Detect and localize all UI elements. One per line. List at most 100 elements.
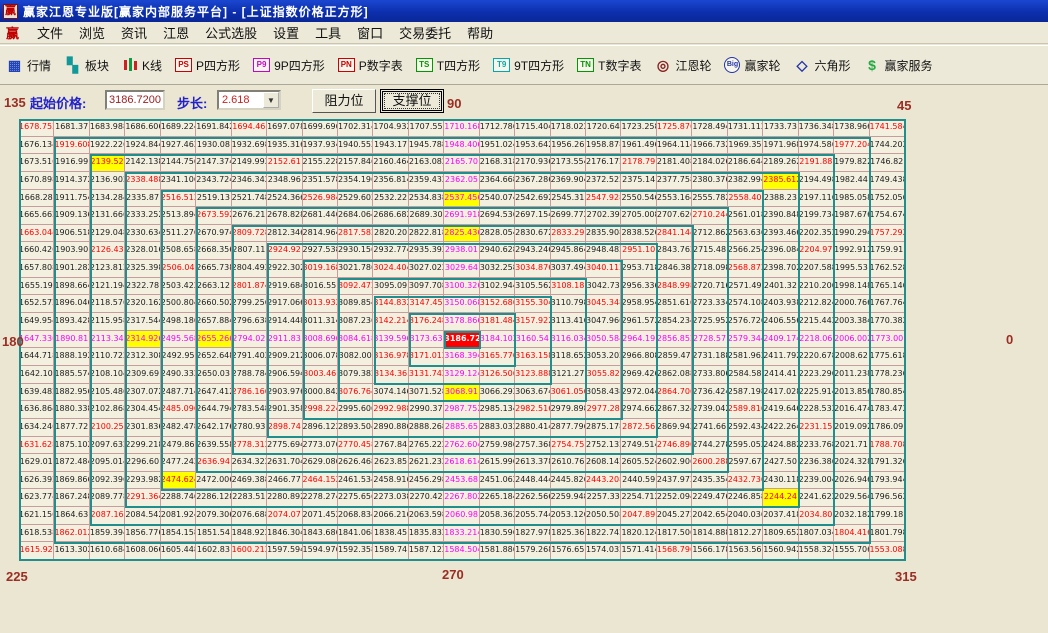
grid-cell[interactable]: 1885.574 xyxy=(54,366,89,384)
toolbar-item-kline-candles[interactable]: K线 xyxy=(122,57,162,74)
grid-cell[interactable]: 1728.494 xyxy=(692,119,727,137)
grid-cell[interactable]: 2506.04 xyxy=(161,260,196,278)
grid-cell[interactable]: 2896.122 xyxy=(303,419,338,437)
grid-cell[interactable]: 2472.006 xyxy=(196,472,231,490)
grid-cell[interactable]: 2655.266 xyxy=(196,331,231,349)
grid-cell[interactable]: 2943.246 xyxy=(515,242,550,260)
grid-cell[interactable]: 1589.74 xyxy=(373,542,408,560)
grid-cell[interactable]: 2880.414 xyxy=(515,419,550,437)
grid-cell[interactable]: 3168.394 xyxy=(444,348,479,366)
grid-cell[interactable]: 1916.99 xyxy=(54,154,89,172)
grid-cell[interactable]: 1796.562 xyxy=(870,489,905,507)
grid-cell[interactable]: 1979.822 xyxy=(834,154,869,172)
grid-cell[interactable]: 2969.426 xyxy=(621,366,656,384)
grid-cell[interactable]: 3019.168 xyxy=(303,260,338,278)
grid-cell[interactable]: 2220.678 xyxy=(799,348,834,366)
grid-cell[interactable]: 2571.49 xyxy=(728,278,763,296)
grid-cell[interactable]: 2629.086 xyxy=(303,454,338,472)
grid-cell[interactable]: 3181.484 xyxy=(480,313,515,331)
grid-cell[interactable]: 2414.41 xyxy=(763,366,798,384)
grid-cell[interactable]: 3136.978 xyxy=(373,348,408,366)
grid-cell[interactable]: 1825.36 xyxy=(551,525,586,543)
grid-cell[interactable]: 2930.156 xyxy=(338,242,373,260)
grid-cell[interactable]: 2006.002 xyxy=(834,331,869,349)
grid-cell[interactable]: 3068.91 xyxy=(444,384,479,402)
grid-cell[interactable]: 1683.988 xyxy=(90,119,125,137)
grid-cell[interactable]: 2694.536 xyxy=(480,207,515,225)
grid-cell[interactable]: 3006.078 xyxy=(303,348,338,366)
grid-cell[interactable]: 2767.84 xyxy=(373,437,408,455)
grid-cell[interactable]: 2348.96 xyxy=(267,172,302,190)
grid-cell[interactable]: 2901.358 xyxy=(267,401,302,419)
grid-cell[interactable]: 2537.456 xyxy=(444,190,479,208)
grid-cell[interactable]: 3129.124 xyxy=(444,366,479,384)
grid-cell[interactable]: 1862.012 xyxy=(54,525,89,543)
grid-cell[interactable]: 2597.67 xyxy=(728,454,763,472)
grid-cell[interactable]: 2964.19 xyxy=(621,331,656,349)
grid-cell[interactable]: 3011.314 xyxy=(303,313,338,331)
grid-cell[interactable]: 1838.45 xyxy=(373,525,408,543)
grid-cell[interactable]: 3037.494 xyxy=(551,260,586,278)
resistance-button[interactable]: 阻力位 xyxy=(312,89,376,113)
grid-cell[interactable]: 2312.308 xyxy=(125,348,160,366)
grid-cell[interactable]: 2479.86 xyxy=(161,437,196,455)
grid-cell[interactable]: 1890.81 xyxy=(54,331,89,349)
menu-item-8[interactable]: 交易委托 xyxy=(391,21,459,44)
grid-cell[interactable]: 2615.996 xyxy=(480,454,515,472)
grid-cell[interactable]: 2189.262 xyxy=(763,154,798,172)
grid-cell[interactable]: 2985.134 xyxy=(480,401,515,419)
grid-cell[interactable]: 2804.492 xyxy=(232,260,267,278)
menu-item-5[interactable]: 设置 xyxy=(265,21,307,44)
grid-cell[interactable]: 2689.30 xyxy=(409,207,444,225)
grid-cell[interactable]: 2267.802 xyxy=(444,489,479,507)
menu-item-4[interactable]: 公式选股 xyxy=(197,21,265,44)
grid-cell[interactable]: 1820.124 xyxy=(621,525,656,543)
grid-cell[interactable]: 2430.118 xyxy=(763,472,798,490)
grid-cell[interactable]: 2644.794 xyxy=(196,401,231,419)
grid-cell[interactable]: 2212.824 xyxy=(799,295,834,313)
grid-cell[interactable]: 2966.808 xyxy=(621,348,656,366)
grid-cell[interactable]: 2131.666 xyxy=(90,207,125,225)
grid-cell[interactable]: 2992.988 xyxy=(373,401,408,419)
grid-cell[interactable]: 2584.58 xyxy=(728,366,763,384)
grid-cell[interactable]: 2063.598 xyxy=(409,507,444,525)
grid-cell[interactable]: 3066.292 xyxy=(480,384,515,402)
grid-cell[interactable]: 1710.168 xyxy=(444,119,479,137)
grid-cell[interactable]: 2998.224 xyxy=(303,401,338,419)
grid-cell[interactable]: 3084.618 xyxy=(338,331,373,349)
grid-cell[interactable]: 2461.534 xyxy=(338,472,373,490)
grid-cell[interactable]: 1629.01 xyxy=(19,454,54,472)
grid-cell[interactable]: 2613.378 xyxy=(515,454,550,472)
grid-cell[interactable]: 1827.978 xyxy=(515,525,550,543)
toolbar-item-9t-square[interactable]: T99T四方形 xyxy=(493,57,564,74)
grid-cell[interactable]: 1733.73 xyxy=(763,119,798,137)
grid-cell[interactable]: 1623.774 xyxy=(19,489,54,507)
grid-cell[interactable]: 1602.83 xyxy=(196,542,231,560)
grid-cell[interactable]: 2951.10 xyxy=(621,242,656,260)
grid-cell[interactable]: 2678.828 xyxy=(267,207,302,225)
grid-cell[interactable]: 3024.404 xyxy=(373,260,408,278)
grid-cell[interactable]: 2773.076 xyxy=(303,437,338,455)
grid-cell[interactable]: 2322.78 xyxy=(125,278,160,296)
grid-cell[interactable]: 3000.842 xyxy=(303,384,338,402)
grid-cell[interactable]: 1689.224 xyxy=(161,119,196,137)
grid-cell[interactable]: 2835.908 xyxy=(586,225,621,243)
grid-cell[interactable]: 3155.304 xyxy=(515,295,550,313)
grid-cell[interactable]: 2278.274 xyxy=(303,489,338,507)
grid-cell[interactable]: 1856.776 xyxy=(125,525,160,543)
grid-cell[interactable]: 1676.134 xyxy=(19,137,54,155)
grid-cell[interactable]: 2178.79 xyxy=(621,154,656,172)
grid-cell[interactable]: 3053.202 xyxy=(586,348,621,366)
grid-cell[interactable]: 1707.55 xyxy=(409,119,444,137)
grid-cell[interactable]: 3144.832 xyxy=(373,295,408,313)
grid-cell[interactable]: 1605.448 xyxy=(161,542,196,560)
grid-cell[interactable]: 2631.704 xyxy=(267,454,302,472)
grid-cell[interactable]: 3110.798 xyxy=(551,295,586,313)
grid-cell[interactable]: 2927.538 xyxy=(303,242,338,260)
grid-cell[interactable]: 2246.858 xyxy=(728,489,763,507)
grid-cell[interactable]: 2888.268 xyxy=(409,419,444,437)
grid-cell[interactable]: 2710.244 xyxy=(692,207,727,225)
grid-cell[interactable]: 1655.19 xyxy=(19,278,54,296)
grid-cell[interactable]: 3126.506 xyxy=(480,366,515,384)
grid-cell[interactable]: 2029.564 xyxy=(834,489,869,507)
